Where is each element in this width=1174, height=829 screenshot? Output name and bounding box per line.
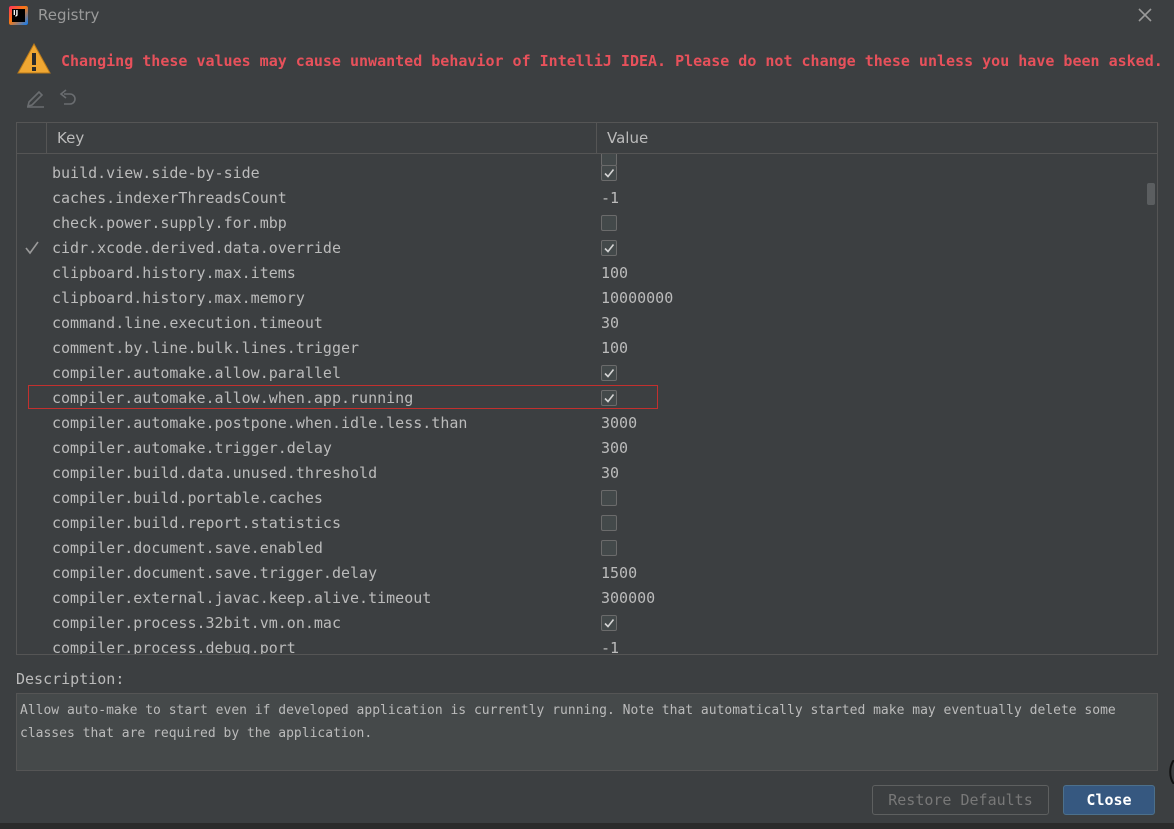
warning-message: Changing these values may cause unwanted… — [61, 52, 1163, 70]
row-value[interactable]: 100 — [601, 339, 628, 357]
row-key: compiler.external.javac.keep.alive.timeo… — [52, 589, 432, 607]
table-row[interactable]: cidr.xcode.derived.data.override — [17, 236, 1145, 261]
row-value[interactable]: -1 — [601, 639, 619, 654]
table-row[interactable]: command.line.execution.timeout 30 — [17, 311, 1145, 336]
edit-icon[interactable] — [24, 88, 46, 108]
row-key: caches.indexerThreadsCount — [52, 189, 287, 207]
table-row[interactable]: compiler.build.portable.caches — [17, 486, 1145, 511]
table-row[interactable]: caches.indexerThreadsCount -1 — [17, 186, 1145, 211]
modified-column-header — [17, 123, 47, 153]
column-divider[interactable] — [596, 123, 597, 153]
value-checkbox[interactable] — [601, 165, 617, 181]
window-title: Registry — [38, 6, 100, 24]
row-value[interactable]: 30 — [601, 464, 619, 482]
value-checkbox[interactable] — [601, 490, 617, 506]
table-body: build.view.side-by-side caches.indexerThr… — [17, 154, 1145, 654]
row-value[interactable]: 10000000 — [601, 289, 673, 307]
value-checkbox[interactable] — [601, 515, 617, 531]
value-checkbox[interactable] — [601, 365, 617, 381]
table-header: Key Value — [17, 123, 1157, 154]
description-box: Allow auto-make to start even if develop… — [16, 693, 1158, 771]
table-row[interactable]: compiler.automake.postpone.when.idle.les… — [17, 411, 1145, 436]
table-row[interactable]: compiler.automake.trigger.delay 300 — [17, 436, 1145, 461]
row-key: build.view.side-by-side — [52, 164, 260, 182]
table-row[interactable]: compiler.process.32bit.vm.on.mac — [17, 611, 1145, 636]
value-checkbox[interactable] — [601, 540, 617, 556]
scrollbar-thumb[interactable] — [1147, 183, 1155, 205]
window-bottom-edge — [0, 823, 1174, 829]
row-value[interactable]: 30 — [601, 314, 619, 332]
row-key: compiler.document.save.enabled — [52, 539, 323, 557]
value-checkbox[interactable] — [601, 615, 617, 631]
table-row[interactable]: compiler.document.save.trigger.delay 1500 — [17, 561, 1145, 586]
row-key: compiler.automake.allow.when.app.running — [52, 389, 414, 407]
close-icon[interactable] — [1134, 4, 1156, 26]
row-key: compiler.document.save.trigger.delay — [52, 564, 378, 582]
row-key: compiler.process.debug.port — [52, 639, 296, 654]
row-key: command.line.execution.timeout — [52, 314, 323, 332]
row-key: compiler.automake.allow.parallel — [52, 364, 341, 382]
title-bar: IJ Registry — [0, 0, 1174, 32]
table-row[interactable]: compiler.build.data.unused.threshold 30 — [17, 461, 1145, 486]
table-row[interactable]: compiler.external.javac.keep.alive.timeo… — [17, 586, 1145, 611]
resize-handle[interactable] — [1168, 759, 1174, 785]
row-value[interactable]: 1500 — [601, 564, 637, 582]
row-value[interactable]: 300 — [601, 439, 628, 457]
table-row[interactable]: compiler.build.report.statistics — [17, 511, 1145, 536]
row-key: compiler.process.32bit.vm.on.mac — [52, 614, 341, 632]
row-value[interactable]: -1 — [601, 189, 619, 207]
row-key: clipboard.history.max.memory — [52, 289, 305, 307]
modified-check-icon — [25, 238, 39, 258]
value-checkbox[interactable] — [601, 240, 617, 256]
row-value[interactable]: 100 — [601, 264, 628, 282]
app-icon: IJ — [9, 6, 28, 25]
registry-table[interactable]: Key Value build.view.side-by-side caches.… — [16, 122, 1158, 655]
key-column-header[interactable]: Key — [57, 129, 84, 147]
row-key: check.power.supply.for.mbp — [52, 214, 287, 232]
table-row[interactable]: clipboard.history.max.items 100 — [17, 261, 1145, 286]
row-key: compiler.automake.trigger.delay — [52, 439, 332, 457]
app-icon-text: IJ — [12, 9, 25, 22]
row-key: compiler.automake.postpone.when.idle.les… — [52, 414, 468, 432]
description-label: Description: — [16, 670, 125, 688]
revert-icon[interactable] — [58, 89, 78, 107]
value-checkbox[interactable] — [601, 390, 617, 406]
table-row[interactable]: compiler.document.save.enabled — [17, 536, 1145, 561]
table-row[interactable]: clipboard.history.max.memory 10000000 — [17, 286, 1145, 311]
value-checkbox[interactable] — [601, 215, 617, 231]
row-key: compiler.build.data.unused.threshold — [52, 464, 378, 482]
restore-defaults-button[interactable]: Restore Defaults — [872, 785, 1049, 815]
row-key: clipboard.history.max.items — [52, 264, 296, 282]
row-key: comment.by.line.bulk.lines.trigger — [52, 339, 360, 357]
row-key: cidr.xcode.derived.data.override — [52, 239, 341, 257]
warning-icon — [16, 42, 52, 76]
table-row[interactable]: comment.by.line.bulk.lines.trigger 100 — [17, 336, 1145, 361]
row-value[interactable]: 3000 — [601, 414, 637, 432]
table-row[interactable]: check.power.supply.for.mbp — [17, 211, 1145, 236]
vertical-scrollbar[interactable] — [1145, 154, 1157, 654]
row-value[interactable]: 300000 — [601, 589, 655, 607]
table-row[interactable]: compiler.automake.allow.when.app.running — [17, 386, 1145, 411]
row-key: compiler.build.report.statistics — [52, 514, 341, 532]
table-row[interactable]: build.view.side-by-side — [17, 161, 1145, 186]
description-text: Allow auto-make to start even if develop… — [20, 703, 1116, 741]
value-column-header[interactable]: Value — [607, 129, 648, 147]
row-key: compiler.build.portable.caches — [52, 489, 323, 507]
close-button[interactable]: Close — [1063, 785, 1155, 815]
table-row[interactable]: compiler.automake.allow.parallel — [17, 361, 1145, 386]
table-row[interactable]: compiler.process.debug.port -1 — [17, 636, 1145, 654]
